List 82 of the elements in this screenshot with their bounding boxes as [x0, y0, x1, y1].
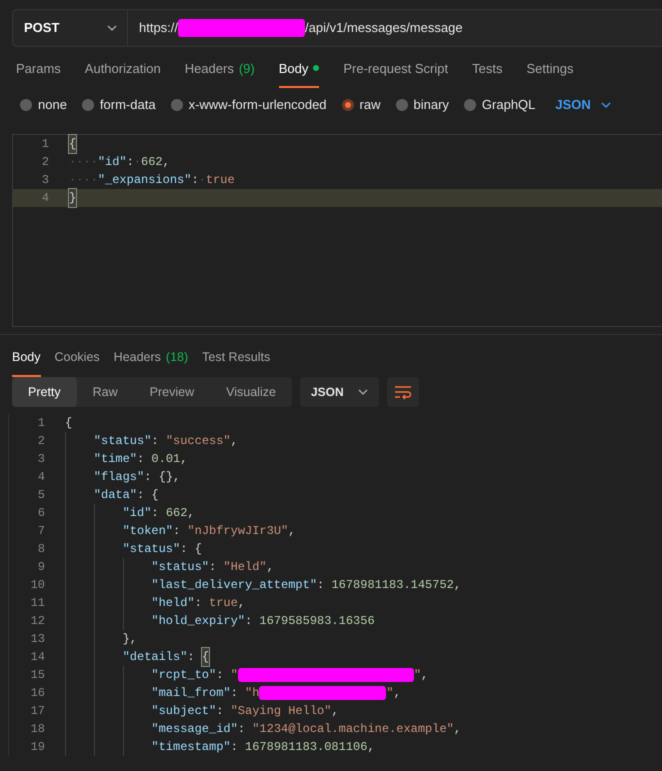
- radio-option[interactable]: none: [20, 94, 67, 114]
- code-text: "token": "nJbfrywJIr3U",: [122, 523, 296, 540]
- chevron-down-icon: [600, 102, 611, 108]
- line-number: 6: [36, 505, 45, 522]
- line-number: 17: [30, 703, 45, 720]
- view-tab[interactable]: Preview: [134, 377, 210, 407]
- line-number: 13: [30, 631, 45, 648]
- tab[interactable]: Cookies: [54, 348, 100, 377]
- line-number: 8: [36, 541, 45, 558]
- code-text: "timestamp": 1678981183.081106,: [151, 739, 375, 756]
- code-text: },: [122, 631, 137, 648]
- radio-option[interactable]: x-www-form-urlencoded: [170, 94, 327, 114]
- radio-button[interactable]: [170, 98, 183, 110]
- code-text: "held": true,: [151, 595, 246, 612]
- line-number: 16: [30, 685, 45, 702]
- line-number: 4: [36, 469, 45, 486]
- code-text: "rcpt_to": " ",: [151, 667, 428, 684]
- code-text: "status": "Held",: [151, 559, 274, 576]
- code-text: "hold_expiry": 1679585983.16356: [151, 613, 375, 630]
- code-text: "id": 662,: [122, 505, 195, 522]
- line-number: 19: [30, 739, 45, 756]
- code-text: "flags": {},: [94, 469, 180, 486]
- line-number: 2: [36, 433, 45, 450]
- tab[interactable]: Test Results: [202, 348, 270, 377]
- radio-option[interactable]: GraphQL: [464, 94, 536, 114]
- tab[interactable]: Params: [16, 58, 61, 88]
- view-tab[interactable]: Visualize: [210, 377, 292, 407]
- line-number: 3: [36, 451, 45, 468]
- line-number: 10: [30, 577, 45, 594]
- code-text: "time": 0.01,: [94, 451, 188, 468]
- radio-option[interactable]: raw: [342, 94, 380, 114]
- format-dropdown[interactable]: JSON: [300, 377, 379, 407]
- line-number: 1: [40, 136, 49, 153]
- code-text: ····"id":·662,: [69, 154, 170, 171]
- line-number: 11: [30, 595, 45, 612]
- radio-button[interactable]: [396, 98, 408, 110]
- radio-option[interactable]: binary: [396, 94, 449, 114]
- tab[interactable]: Headers (18): [114, 348, 188, 377]
- radio-button[interactable]: [82, 98, 94, 110]
- radio-option[interactable]: form-data: [82, 94, 156, 114]
- method-dropdown[interactable]: POST: [13, 10, 128, 46]
- view-tab[interactable]: Raw: [76, 377, 134, 407]
- url-field[interactable]: https:// /api/v1/messages/message: [128, 10, 463, 46]
- tab[interactable]: Body: [278, 58, 320, 88]
- radio-button[interactable]: [342, 98, 354, 110]
- wrap-lines-icon: [392, 384, 413, 400]
- line-number: 12: [30, 613, 45, 630]
- tab[interactable]: Authorization: [84, 58, 161, 88]
- radio-button[interactable]: [464, 98, 476, 110]
- code-text: "message_id": "1234@local.machine.example",: [151, 721, 462, 738]
- line-number: 5: [36, 487, 45, 504]
- code-text: {: [65, 415, 72, 432]
- tab[interactable]: Tests: [472, 58, 502, 88]
- code-text: "details": {: [122, 648, 210, 666]
- tab[interactable]: Headers (9): [184, 58, 255, 88]
- line-number: 18: [30, 721, 45, 738]
- code-text: "status": "success",: [94, 433, 238, 450]
- tab[interactable]: Pre-request Script: [343, 58, 448, 88]
- code-text: ····"_expansions":·true: [69, 172, 235, 189]
- line-number: 2: [40, 154, 49, 171]
- radio-button[interactable]: [20, 98, 32, 110]
- tab[interactable]: Settings: [526, 58, 574, 88]
- line-number: 14: [30, 649, 45, 666]
- code-text: "last_delivery_attempt": 1678981183.145752,: [151, 577, 462, 594]
- request-editor[interactable]: 1 { 2 ····"id":·662, 3 ····"_expansions":·true 4 }: [12, 134, 662, 327]
- code-text: "subject": "Saying Hello",: [151, 703, 339, 720]
- chevron-down-icon: [358, 389, 368, 395]
- code-text: "mail_from": "h ",: [151, 685, 401, 702]
- line-number: 4: [40, 190, 49, 207]
- wrap-button[interactable]: [386, 377, 419, 407]
- line-number: 9: [36, 559, 45, 576]
- view-tab[interactable]: Pretty: [12, 377, 77, 407]
- line-number: 1: [36, 415, 45, 432]
- code-text: "status": {: [122, 541, 202, 558]
- line-number: 3: [40, 172, 49, 189]
- chevron-down-icon: [107, 25, 117, 31]
- line-number: 15: [30, 667, 45, 684]
- code-text: }: [69, 189, 76, 207]
- line-number: 7: [36, 523, 45, 540]
- code-text: {: [69, 135, 76, 153]
- code-text: "data": {: [94, 487, 159, 504]
- format-dropdown[interactable]: JSON: [555, 94, 611, 114]
